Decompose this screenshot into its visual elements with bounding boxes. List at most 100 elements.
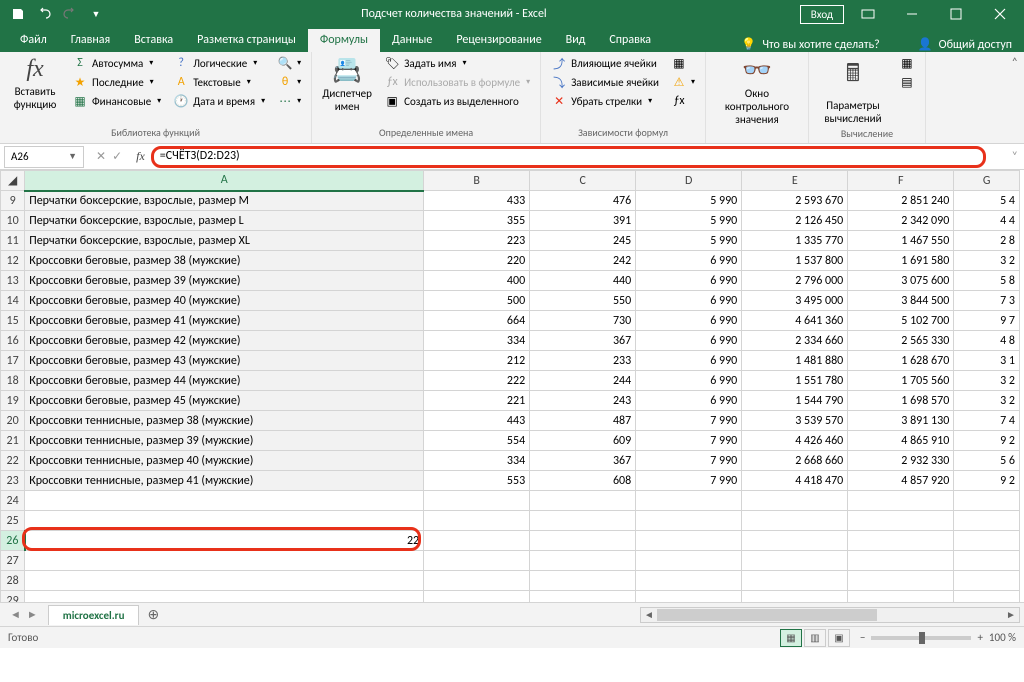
view-page-layout-icon[interactable]: ▥ bbox=[804, 629, 826, 647]
cell[interactable] bbox=[848, 491, 954, 511]
ribbon-display-icon[interactable] bbox=[848, 0, 888, 28]
cell[interactable]: 2 593 670 bbox=[742, 191, 848, 211]
cell[interactable]: Кроссовки беговые, размер 39 (мужские) bbox=[25, 271, 424, 291]
tell-me-search[interactable]: 💡 Что вы хотите сделать? bbox=[741, 37, 879, 52]
cell[interactable]: 7 4 bbox=[954, 411, 1020, 431]
zoom-slider[interactable] bbox=[871, 636, 971, 640]
row-header[interactable]: 24 bbox=[1, 491, 25, 511]
tab-data[interactable]: Данные bbox=[380, 29, 444, 52]
col-header-C[interactable]: C bbox=[530, 171, 636, 191]
use-in-formula-button[interactable]: ƒxИспользовать в формуле▾ bbox=[380, 73, 534, 91]
cell[interactable]: 1 544 790 bbox=[742, 391, 848, 411]
cell[interactable] bbox=[424, 491, 530, 511]
cancel-formula-icon[interactable]: ✕ bbox=[96, 149, 106, 164]
redo-icon[interactable] bbox=[58, 2, 82, 26]
cell[interactable]: Перчатки боксерские, взрослые, размер M bbox=[25, 191, 424, 211]
row-header[interactable]: 17 bbox=[1, 351, 25, 371]
cell[interactable] bbox=[848, 551, 954, 571]
cell[interactable]: 476 bbox=[530, 191, 636, 211]
cell[interactable]: 730 bbox=[530, 311, 636, 331]
cell[interactable]: 2 8 bbox=[954, 231, 1020, 251]
sheet-tab-active[interactable]: microexcel.ru bbox=[48, 605, 140, 625]
cell[interactable]: Перчатки боксерские, взрослые, размер L bbox=[25, 211, 424, 231]
cell[interactable]: 243 bbox=[530, 391, 636, 411]
scroll-left-icon[interactable]: ◄ bbox=[641, 608, 657, 621]
tab-home[interactable]: Главная bbox=[59, 29, 122, 52]
datetime-button[interactable]: 🕐Дата и время▾ bbox=[169, 92, 269, 110]
cell[interactable]: 212 bbox=[424, 351, 530, 371]
cell[interactable]: 3 495 000 bbox=[742, 291, 848, 311]
insert-function-button[interactable]: fx Вставить функцию bbox=[6, 54, 64, 113]
cell[interactable] bbox=[636, 531, 742, 551]
cell[interactable]: 487 bbox=[530, 411, 636, 431]
cell[interactable]: 3 844 500 bbox=[848, 291, 954, 311]
row-header[interactable]: 21 bbox=[1, 431, 25, 451]
cell[interactable] bbox=[848, 531, 954, 551]
cell[interactable] bbox=[742, 491, 848, 511]
cell[interactable]: 2 851 240 bbox=[848, 191, 954, 211]
cell[interactable] bbox=[25, 491, 424, 511]
cell[interactable]: 334 bbox=[424, 451, 530, 471]
tab-file[interactable]: Файл bbox=[8, 29, 59, 52]
cell[interactable] bbox=[742, 591, 848, 603]
row-header[interactable]: 23 bbox=[1, 471, 25, 491]
cell[interactable]: 242 bbox=[530, 251, 636, 271]
cell[interactable]: Кроссовки беговые, размер 38 (мужские) bbox=[25, 251, 424, 271]
close-icon[interactable] bbox=[980, 0, 1020, 28]
cell[interactable]: 4 4 bbox=[954, 211, 1020, 231]
cell[interactable] bbox=[530, 491, 636, 511]
row-header[interactable]: 20 bbox=[1, 411, 25, 431]
tab-layout[interactable]: Разметка страницы bbox=[185, 29, 308, 52]
cell[interactable] bbox=[25, 571, 424, 591]
cell[interactable]: 4 8 bbox=[954, 331, 1020, 351]
cell[interactable] bbox=[530, 551, 636, 571]
cell[interactable]: 7 990 bbox=[636, 411, 742, 431]
math-button[interactable]: θ▾ bbox=[273, 73, 305, 91]
cell[interactable]: 367 bbox=[530, 451, 636, 471]
cell[interactable]: Кроссовки теннисные, размер 40 (мужские) bbox=[25, 451, 424, 471]
cell[interactable] bbox=[848, 511, 954, 531]
cell[interactable]: 1 481 880 bbox=[742, 351, 848, 371]
cell[interactable]: Кроссовки беговые, размер 42 (мужские) bbox=[25, 331, 424, 351]
tab-insert[interactable]: Вставка bbox=[122, 29, 185, 52]
login-button[interactable]: Вход bbox=[800, 5, 844, 24]
cell[interactable]: 5 4 bbox=[954, 191, 1020, 211]
trace-precedents-button[interactable]: ⤴Влияющие ячейки bbox=[547, 54, 663, 72]
cell[interactable]: 2 334 660 bbox=[742, 331, 848, 351]
cell[interactable]: 443 bbox=[424, 411, 530, 431]
cell[interactable]: 245 bbox=[530, 231, 636, 251]
watch-window-button[interactable]: 👓 Окно контрольного значения bbox=[712, 54, 802, 128]
cell[interactable]: Перчатки боксерские, взрослые, размер XL bbox=[25, 231, 424, 251]
evaluate-formula-button[interactable]: ƒx bbox=[667, 92, 699, 110]
row-header[interactable]: 22 bbox=[1, 451, 25, 471]
cell[interactable]: 1 335 770 bbox=[742, 231, 848, 251]
show-formulas-button[interactable]: ▦ bbox=[667, 54, 699, 72]
view-page-break-icon[interactable]: ▣ bbox=[828, 629, 850, 647]
tab-help[interactable]: Справка bbox=[597, 29, 663, 52]
row-header[interactable]: 13 bbox=[1, 271, 25, 291]
name-box-dropdown-icon[interactable]: ▼ bbox=[68, 151, 77, 162]
maximize-icon[interactable] bbox=[936, 0, 976, 28]
cell[interactable]: 608 bbox=[530, 471, 636, 491]
cell[interactable]: 1 467 550 bbox=[848, 231, 954, 251]
accept-formula-icon[interactable]: ✓ bbox=[112, 149, 122, 164]
cell[interactable]: Кроссовки беговые, размер 44 (мужские) bbox=[25, 371, 424, 391]
cell[interactable]: 5 8 bbox=[954, 271, 1020, 291]
cell[interactable] bbox=[636, 591, 742, 603]
cell[interactable] bbox=[954, 551, 1020, 571]
cell[interactable] bbox=[530, 511, 636, 531]
cell[interactable]: 3 075 600 bbox=[848, 271, 954, 291]
col-header-G[interactable]: G bbox=[954, 171, 1020, 191]
cell[interactable]: 5 990 bbox=[636, 231, 742, 251]
cell[interactable]: 1 705 560 bbox=[848, 371, 954, 391]
zoom-level[interactable]: 100 % bbox=[989, 631, 1016, 644]
row-header[interactable]: 19 bbox=[1, 391, 25, 411]
cell[interactable]: 1 691 580 bbox=[848, 251, 954, 271]
cell[interactable]: 4 865 910 bbox=[848, 431, 954, 451]
cell[interactable]: 6 990 bbox=[636, 311, 742, 331]
row-header[interactable]: 29 bbox=[1, 591, 25, 603]
cell[interactable]: 4 857 920 bbox=[848, 471, 954, 491]
row-header[interactable]: 9 bbox=[1, 191, 25, 211]
cell[interactable]: 2 668 660 bbox=[742, 451, 848, 471]
cell[interactable] bbox=[636, 551, 742, 571]
